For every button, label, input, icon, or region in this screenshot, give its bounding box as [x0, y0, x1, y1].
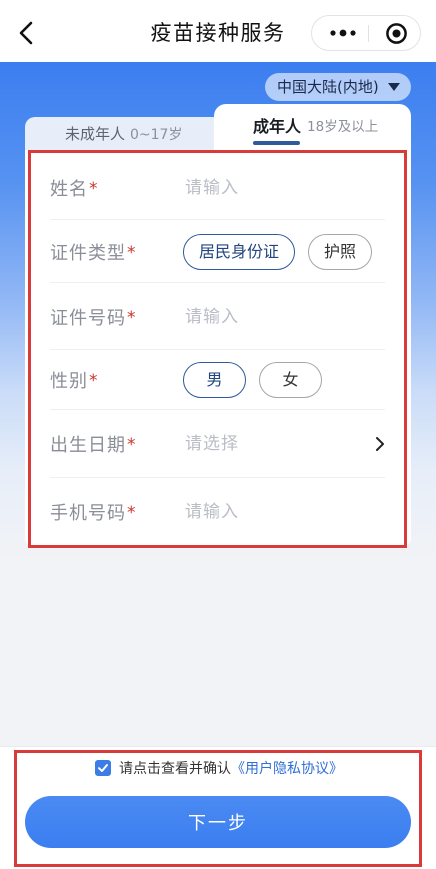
active-tab-indicator	[253, 141, 300, 145]
id-type-label: 证件类型*	[50, 239, 137, 265]
gender-row: 性别* 男 女	[25, 350, 411, 410]
title-bar: 疫苗接种服务	[0, 0, 436, 62]
id-number-label: 证件号码*	[50, 304, 137, 330]
id-number-row: 证件号码*	[25, 283, 411, 350]
caret-down-icon	[388, 83, 400, 91]
required-mark: *	[127, 503, 137, 523]
registration-form: 姓名* 证件类型* 居民身份证 护照 证件号码* 性别* 男 女 出生日期* 手…	[25, 150, 411, 548]
check-icon	[97, 763, 108, 772]
field-label-text: 性别	[50, 371, 88, 392]
field-label-text: 出生日期	[50, 435, 126, 456]
required-mark: *	[89, 371, 99, 391]
agreement-text: 请点击查看并确认	[119, 761, 231, 777]
required-mark: *	[89, 178, 99, 199]
name-input[interactable]	[183, 170, 363, 205]
required-mark: *	[127, 435, 137, 455]
birth-date-picker[interactable]	[183, 427, 363, 461]
tab-label: 未成年人	[65, 125, 126, 143]
birth-date-row[interactable]: 出生日期*	[25, 410, 411, 478]
privacy-policy-link[interactable]: 《用户隐私协议》	[231, 758, 343, 778]
mini-program-capsule	[311, 15, 421, 51]
region-value: 中国大陆(内地)	[277, 78, 379, 96]
field-label-text: 证件类型	[50, 242, 126, 264]
gender-option-male[interactable]: 男	[183, 362, 246, 398]
name-label: 姓名*	[50, 175, 99, 201]
id-type-option-passport[interactable]: 护照	[308, 233, 373, 270]
tab-age-range: 18岁及以上	[307, 118, 379, 135]
capsule-divider	[368, 25, 369, 42]
tab-minor[interactable]: 未成年人 0~17岁	[25, 117, 230, 150]
field-label-text: 姓名	[50, 178, 88, 200]
phone-input[interactable]	[183, 495, 363, 529]
tab-adult[interactable]: 成年人 18岁及以上	[214, 104, 411, 150]
gender-options: 男 女	[183, 362, 322, 398]
chevron-right-icon[interactable]	[375, 436, 385, 452]
privacy-agreement: 请点击查看并确认 《用户隐私协议》	[95, 758, 343, 778]
id-type-options: 居民身份证 护照	[183, 233, 373, 270]
phone-label: 手机号码*	[50, 499, 137, 525]
gender-label: 性别*	[50, 367, 99, 393]
gender-option-female[interactable]: 女	[259, 362, 322, 398]
next-step-button[interactable]: 下一步	[25, 796, 411, 848]
tab-age-range: 0~17岁	[130, 126, 183, 143]
required-mark: *	[127, 242, 137, 263]
tab-label: 成年人	[253, 116, 302, 136]
phone-row: 手机号码*	[25, 478, 411, 546]
id-number-input[interactable]	[183, 299, 363, 334]
more-dots-icon[interactable]	[326, 26, 360, 40]
required-mark: *	[127, 307, 137, 328]
id-type-row: 证件类型* 居民身份证 护照	[25, 220, 411, 283]
field-label-text: 证件号码	[50, 307, 126, 329]
birth-date-label: 出生日期*	[50, 431, 137, 457]
field-label-text: 手机号码	[50, 503, 126, 524]
name-row: 姓名*	[25, 155, 411, 220]
agreement-checkbox[interactable]	[95, 760, 111, 776]
region-selector[interactable]: 中国大陆(内地)	[265, 73, 411, 101]
id-type-option-id-card[interactable]: 居民身份证	[183, 233, 296, 270]
mini-program-close-icon[interactable]	[385, 22, 408, 45]
